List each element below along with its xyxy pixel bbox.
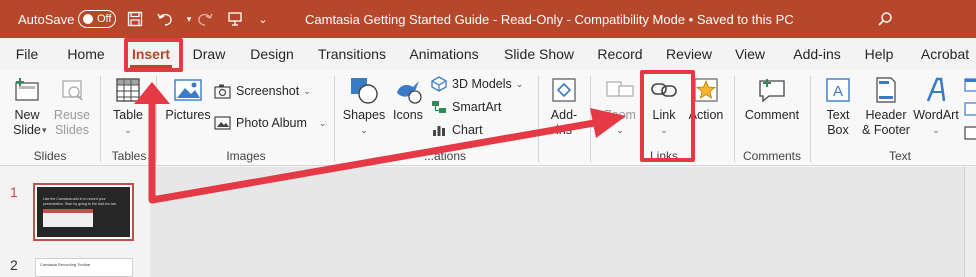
powerpoint-window: { "titlebar": { "autosave_label": "AutoS…: [0, 0, 976, 277]
annotation-arrows: [134, 82, 626, 204]
